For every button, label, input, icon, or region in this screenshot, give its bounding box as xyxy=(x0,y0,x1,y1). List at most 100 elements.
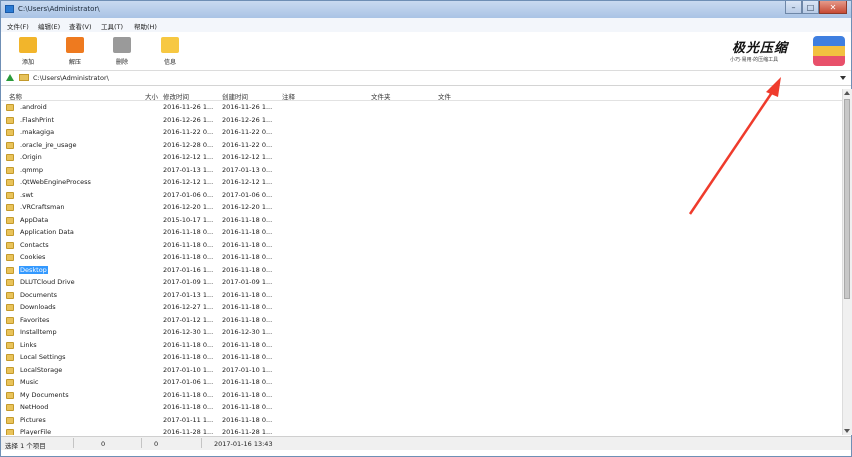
file-created: 2016-11-18 0... xyxy=(222,290,273,299)
file-modified: 2016-12-12 1... xyxy=(163,153,214,161)
file-row[interactable]: My Documents 2016-11-18 0... 2016-11-18 0.… xyxy=(1,389,842,402)
add-button[interactable]: 添加 xyxy=(13,35,43,68)
status-divider xyxy=(141,438,142,448)
info-button[interactable]: 信息 xyxy=(155,35,185,68)
file-row[interactable]: Desktop 2017-01-16 1... 2016-11-18 0... xyxy=(1,264,842,277)
file-created: 2016-11-18 0... xyxy=(222,340,273,349)
file-modified: 2016-11-18 0... xyxy=(163,228,214,236)
up-level-icon[interactable] xyxy=(6,74,14,81)
file-created: 2016-11-18 0... xyxy=(222,378,273,386)
file-name: .android xyxy=(20,103,47,111)
file-created: 2016-11-26 1... xyxy=(222,103,273,111)
file-row[interactable]: .qmmp 2017-01-13 1... 2017-01-13 0... xyxy=(1,164,842,177)
file-row[interactable]: Links 2016-11-18 0... 2016-11-18 0... xyxy=(1,339,842,352)
file-created: 2016-11-18 0... xyxy=(222,390,273,399)
file-name: Installtemp xyxy=(20,328,57,336)
status-divider xyxy=(201,438,202,448)
scroll-up-icon[interactable] xyxy=(844,91,850,95)
logo-tagline: 小巧·易用·的压缩工具 xyxy=(730,57,779,63)
file-modified: 2016-12-28 0... xyxy=(163,140,214,149)
file-created: 2016-11-18 0... xyxy=(222,265,273,274)
column-size[interactable]: 大小 xyxy=(145,91,158,101)
file-row[interactable]: DLUTCloud Drive 2017-01-09 1... 2017-01-09… xyxy=(1,276,842,289)
file-row[interactable]: Documents 2017-01-13 1... 2016-11-18 0... xyxy=(1,289,842,302)
file-name: Music xyxy=(20,378,39,386)
file-modified: 2016-11-28 1... xyxy=(163,428,214,435)
delete-button[interactable]: 删除 xyxy=(107,35,137,68)
folder-icon xyxy=(6,429,14,435)
file-row[interactable]: Application Data 2016-11-18 0... 2016-11-1… xyxy=(1,226,842,239)
folder-icon xyxy=(6,329,14,336)
file-name: Links xyxy=(20,340,37,349)
trash-icon xyxy=(113,37,131,53)
column-files[interactable]: 文件 xyxy=(438,91,451,101)
file-name: AppData xyxy=(20,215,49,224)
column-comment[interactable]: 注释 xyxy=(282,91,295,101)
vertical-scrollbar[interactable] xyxy=(842,89,852,435)
column-created[interactable]: 创建时间 xyxy=(222,91,248,101)
file-created: 2017-01-10 1... xyxy=(222,365,273,374)
file-row[interactable]: .VRCraftsman 2016-12-20 1... 2016-12-20 1.… xyxy=(1,201,842,214)
menu-file[interactable]: 文件(F) xyxy=(7,21,29,31)
status-selection: 选择 1 个项目 xyxy=(5,442,46,450)
file-row[interactable]: Contacts 2016-11-18 0... 2016-11-18 0... xyxy=(1,239,842,252)
file-created: 2016-11-18 0... xyxy=(222,353,273,361)
app-window: C:\Users\Administrator\ – □ ✕ 文件(F) 编辑(E… xyxy=(0,0,852,457)
file-name: Downloads xyxy=(20,303,56,311)
info-button-label: 信息 xyxy=(163,59,176,66)
scroll-thumb[interactable] xyxy=(844,99,850,299)
column-folders[interactable]: 文件夹 xyxy=(371,91,391,101)
file-row[interactable]: Installtemp 2016-12-30 1... 2016-12-30 1..… xyxy=(1,326,842,339)
folder-icon xyxy=(6,191,14,199)
file-name: Cookies xyxy=(20,253,46,261)
file-modified: 2016-11-18 0... xyxy=(163,240,214,249)
file-row[interactable]: .makagiga 2016-11-22 0... 2016-11-22 0... xyxy=(1,126,842,139)
menu-view[interactable]: 查看(V) xyxy=(69,21,92,31)
folder-icon xyxy=(6,229,14,236)
file-row[interactable]: .swt 2017-01-06 0... 2017-01-06 0... xyxy=(1,189,842,202)
file-created: 2017-01-09 1... xyxy=(222,278,273,286)
address-input[interactable] xyxy=(33,73,833,83)
file-row[interactable]: .android 2016-11-26 1... 2016-11-26 1... xyxy=(1,101,842,114)
file-modified: 2016-11-18 0... xyxy=(163,353,214,361)
folder-icon xyxy=(6,116,14,124)
column-name[interactable]: 名称 xyxy=(9,91,22,101)
menu-edit[interactable]: 编辑(E) xyxy=(38,21,60,31)
menu-help[interactable]: 帮助(H) xyxy=(134,21,157,31)
file-name: .FlashPrint xyxy=(20,115,55,124)
file-modified: 2017-01-12 1... xyxy=(163,315,214,324)
file-created: 2016-11-18 0... xyxy=(222,240,273,249)
file-row[interactable]: Downloads 2016-12-27 1... 2016-11-18 0... xyxy=(1,301,842,314)
folder-icon xyxy=(6,391,14,399)
file-name: Documents xyxy=(20,290,58,299)
extract-button[interactable]: 解压 xyxy=(60,35,90,68)
file-row[interactable]: NetHood 2016-11-18 0... 2016-11-18 0... xyxy=(1,401,842,414)
status-size-a: 0 xyxy=(101,440,106,448)
file-row[interactable]: .Origin 2016-12-12 1... 2016-12-12 1... xyxy=(1,151,842,164)
file-row[interactable]: .QtWebEngineProcess 2016-12-12 1... 2016-1… xyxy=(1,176,842,189)
maximize-button[interactable]: □ xyxy=(802,1,819,14)
folder-icon xyxy=(6,266,14,274)
file-created: 2016-11-18 0... xyxy=(222,415,273,424)
file-row[interactable]: Cookies 2016-11-18 0... 2016-11-18 0... xyxy=(1,251,842,264)
file-row[interactable]: Pictures 2017-01-11 1... 2016-11-18 0... xyxy=(1,414,842,427)
file-row[interactable]: PlayerFile 2016-11-28 1... 2016-11-28 1... xyxy=(1,426,842,435)
file-row[interactable]: .oracle_jre_usage 2016-12-28 0... 2016-11-… xyxy=(1,139,842,152)
file-row[interactable]: .FlashPrint 2016-12-26 1... 2016-12-26 1..… xyxy=(1,114,842,127)
logo-name: 极光压缩 xyxy=(732,41,789,56)
file-modified: 2016-11-22 0... xyxy=(163,128,214,136)
file-created: 2016-11-18 0... xyxy=(222,315,273,324)
menu-tools[interactable]: 工具(T) xyxy=(101,21,123,31)
minimize-button[interactable]: – xyxy=(785,1,802,14)
scroll-down-icon[interactable] xyxy=(844,429,850,433)
file-row[interactable]: LocalStorage 2017-01-10 1... 2017-01-10 1.… xyxy=(1,364,842,377)
column-modified[interactable]: 修改时间 xyxy=(163,91,189,101)
title-bar[interactable]: C:\Users\Administrator\ – □ ✕ xyxy=(1,1,851,18)
file-row[interactable]: Music 2017-01-06 1... 2016-11-18 0... xyxy=(1,376,842,389)
file-row[interactable]: Favorites 2017-01-12 1... 2016-11-18 0... xyxy=(1,314,842,327)
file-row[interactable]: Local Settings 2016-11-18 0... 2016-11-18 … xyxy=(1,351,842,364)
close-button[interactable]: ✕ xyxy=(819,1,847,14)
address-dropdown-icon[interactable] xyxy=(840,76,846,80)
folder-icon xyxy=(6,254,14,261)
file-row[interactable]: AppData 2015-10-17 1... 2016-11-18 0... xyxy=(1,214,842,227)
